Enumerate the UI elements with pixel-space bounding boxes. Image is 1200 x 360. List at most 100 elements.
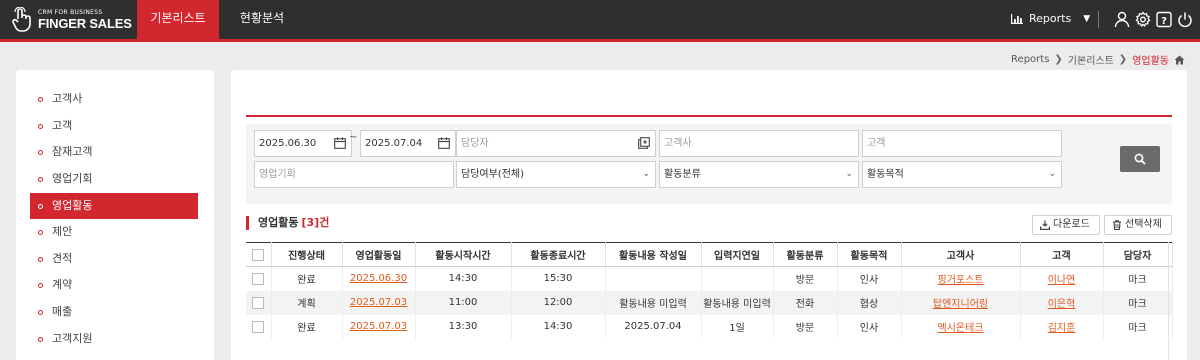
column-header[interactable]: 고객사: [901, 242, 1021, 267]
activity-date-link[interactable]: 2025.07.03: [350, 321, 407, 332]
tab-basic-list[interactable]: 기본리스트: [137, 0, 219, 39]
company-link[interactable]: 탑엔지니어링: [933, 299, 988, 310]
activity-type-cell: 방문: [773, 266, 838, 291]
bullet-icon: [38, 177, 43, 182]
column-header[interactable]: 활동분류: [773, 242, 838, 267]
table-right-border: [1168, 242, 1169, 360]
activity-date-link[interactable]: 2025.06.30: [350, 273, 407, 284]
row-select-cell: [246, 266, 272, 291]
delete-selected-button[interactable]: 선택삭제: [1104, 215, 1172, 235]
download-icon: [1040, 220, 1050, 230]
date-from-field[interactable]: 2025.06.30: [254, 130, 352, 157]
end-time-cell: 12:00: [511, 290, 606, 315]
activity-date-cell: 2025.07.03: [342, 290, 416, 315]
sidebar-item-quote[interactable]: 견적: [30, 246, 198, 272]
owner-cell: 마크: [1103, 314, 1173, 339]
sidebar-item-sales[interactable]: 매출: [30, 299, 198, 325]
table-row[interactable]: 완료 2025.06.30 14:30 15:30 방문 인사 핑거포스트 이나…: [246, 266, 1173, 291]
sidebar-item-label: 매출: [52, 305, 73, 318]
header-select-all: [246, 242, 272, 267]
select-owner-icon[interactable]: [638, 137, 650, 149]
calendar-icon[interactable]: [334, 137, 346, 149]
sidebar: 고객사 고객 잠재고객 영업기회 영업활동 제안 견적 계약 매출 고객지원: [16, 70, 214, 360]
breadcrumb-basic-list[interactable]: 기본리스트: [1068, 52, 1114, 67]
chevron-down-icon: ⌄: [845, 169, 853, 179]
company-link[interactable]: 엑시온테크: [938, 323, 984, 334]
calendar-icon[interactable]: [438, 137, 450, 149]
divider: [1098, 11, 1099, 28]
row-checkbox[interactable]: [252, 320, 265, 333]
column-header[interactable]: 진행상태: [271, 242, 343, 267]
column-header[interactable]: 입력지연일: [701, 242, 774, 267]
column-header[interactable]: 고객: [1020, 242, 1104, 267]
written-date-cell: 활동내용 미입력: [605, 290, 702, 315]
download-button[interactable]: 다운로드: [1032, 215, 1100, 235]
select-all-checkbox[interactable]: [252, 248, 265, 261]
delay-cell: 1일: [701, 314, 774, 339]
date-to-field[interactable]: 2025.07.04: [360, 130, 456, 157]
tab-status-analysis[interactable]: 현황분석: [228, 0, 296, 39]
result-count: [3]건: [301, 216, 330, 229]
customer-input[interactable]: 고객: [862, 130, 1062, 157]
owner-input[interactable]: 담당자: [456, 130, 656, 157]
company-link[interactable]: 핑거포스트: [938, 275, 984, 286]
sidebar-item-customer-company[interactable]: 고객사: [30, 86, 198, 112]
row-select-cell: [246, 314, 272, 339]
app-logo[interactable]: CRM FOR BUSINESS FINGER SALES: [10, 7, 132, 33]
help-icon[interactable]: ?: [1156, 11, 1172, 28]
date-from-value: 2025.06.30: [259, 138, 317, 149]
activity-type-value: 활동분류: [664, 169, 701, 180]
search-button[interactable]: [1120, 146, 1160, 172]
sidebar-item-customer[interactable]: 고객: [30, 113, 198, 139]
trash-icon: [1113, 220, 1121, 230]
sidebar-item-label: 잠재고객: [52, 145, 93, 158]
opportunity-input[interactable]: 영업기회: [254, 161, 454, 188]
table-row[interactable]: 계획 2025.07.03 11:00 12:00 활동내용 미입력 활동내용 …: [246, 290, 1173, 315]
table-header-row: 진행상태 영업활동일 활동시작시간 활동종료시간 활동내용 작성일 입력지연일 …: [246, 242, 1173, 267]
start-time-cell: 11:00: [415, 290, 512, 315]
column-header[interactable]: 담당자: [1103, 242, 1173, 267]
sidebar-item-label: 고객지원: [52, 332, 93, 345]
customer-link[interactable]: 이은혁: [1048, 299, 1076, 310]
end-time-cell: 15:30: [511, 266, 606, 291]
status-cell: 완료: [271, 314, 343, 339]
column-header[interactable]: 활동종료시간: [511, 242, 606, 267]
breadcrumb-reports[interactable]: Reports: [1011, 54, 1049, 65]
end-time-cell: 14:30: [511, 314, 606, 339]
sidebar-item-sales-activity[interactable]: 영업활동: [30, 193, 198, 219]
sidebar-item-contract[interactable]: 계약: [30, 272, 198, 298]
customer-cell: 이은혁: [1020, 290, 1104, 315]
chevron-right-icon: ❯: [1054, 54, 1063, 65]
bullet-icon: [38, 230, 43, 235]
customer-link[interactable]: 김지훈: [1048, 323, 1076, 334]
column-header[interactable]: 활동내용 작성일: [605, 242, 702, 267]
activity-purpose-select[interactable]: 활동목적 ⌄: [862, 161, 1062, 188]
customer-link[interactable]: 이나연: [1048, 275, 1076, 286]
sidebar-item-opportunity[interactable]: 영업기회: [30, 166, 198, 192]
column-header[interactable]: 활동시작시간: [415, 242, 512, 267]
row-checkbox[interactable]: [252, 296, 265, 309]
sidebar-item-support[interactable]: 고객지원: [30, 326, 198, 352]
owner-cell: 마크: [1103, 290, 1173, 315]
activity-date-link[interactable]: 2025.07.03: [350, 297, 407, 308]
status-cell: 계획: [271, 290, 343, 315]
customer-cell: 이나연: [1020, 266, 1104, 291]
gear-icon[interactable]: [1135, 11, 1151, 28]
table-row[interactable]: 완료 2025.07.03 13:30 14:30 2025.07.04 1일 …: [246, 314, 1173, 339]
activity-type-select[interactable]: 활동분류 ⌄: [659, 161, 859, 188]
home-icon[interactable]: [1174, 55, 1185, 65]
customer-company-input[interactable]: 고객사: [659, 130, 859, 157]
column-header[interactable]: 활동목적: [837, 242, 902, 267]
row-checkbox[interactable]: [252, 272, 265, 285]
sidebar-item-label: 고객: [52, 119, 73, 132]
owner-status-select[interactable]: 담당여부(전체) ⌄: [456, 161, 656, 188]
user-icon[interactable]: [1114, 11, 1130, 28]
column-header[interactable]: 영업활동일: [342, 242, 416, 267]
power-icon[interactable]: [1177, 11, 1193, 28]
sidebar-item-proposal[interactable]: 제안: [30, 219, 198, 245]
delay-cell: [701, 266, 774, 291]
sidebar-item-prospect[interactable]: 잠재고객: [30, 139, 198, 165]
reports-menu[interactable]: Reports ▼: [1011, 12, 1090, 25]
date-range-separator: ~: [349, 132, 358, 143]
activity-purpose-cell: 협상: [837, 290, 902, 315]
